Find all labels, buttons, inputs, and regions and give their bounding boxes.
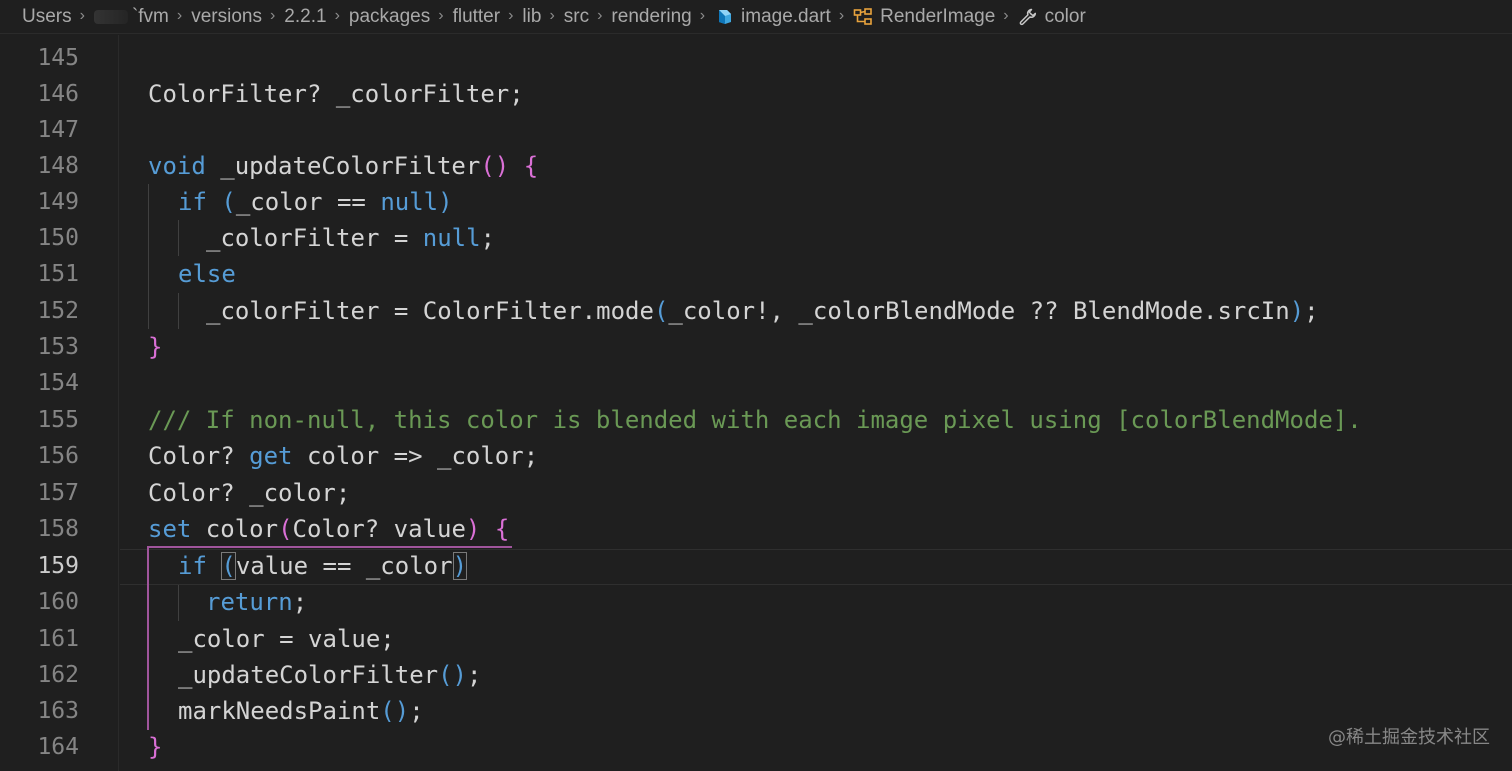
code-content: set color(Color? value) { bbox=[148, 515, 510, 543]
matched-bracket: ) bbox=[452, 552, 468, 580]
breadcrumb-item-class[interactable]: RenderImage bbox=[853, 6, 995, 28]
line-number: 160 bbox=[37, 589, 79, 615]
chevron-right-icon: › bbox=[508, 6, 514, 24]
breadcrumb-item-users[interactable]: Users bbox=[22, 6, 72, 28]
chevron-right-icon: › bbox=[597, 6, 603, 24]
code-line[interactable]: 163 markNeedsPaint(); bbox=[0, 693, 1512, 729]
code-content: if (_color == null) bbox=[178, 188, 453, 216]
chevron-right-icon: › bbox=[176, 6, 183, 24]
code-editor[interactable]: 145 146 ColorFilter? _colorFilter; 147 1… bbox=[0, 35, 1512, 771]
line-number: 163 bbox=[37, 698, 79, 724]
redacted-path-segment bbox=[93, 9, 128, 24]
code-line[interactable]: 156 Color? get color => _color; bbox=[0, 438, 1512, 474]
chevron-right-icon: › bbox=[549, 6, 555, 24]
code-content: Color? _color; bbox=[148, 479, 351, 507]
code-content: Color? get color => _color; bbox=[148, 442, 539, 470]
line-number: 152 bbox=[37, 298, 79, 324]
code-content: if (value == _color) bbox=[178, 552, 468, 580]
breadcrumb-item-packages[interactable]: packages bbox=[349, 6, 430, 28]
line-number: 151 bbox=[37, 261, 79, 287]
line-number: 164 bbox=[37, 734, 79, 760]
code-content: _updateColorFilter(); bbox=[178, 661, 482, 689]
code-content: else bbox=[178, 260, 236, 288]
breadcrumb-item-property[interactable]: color bbox=[1018, 6, 1086, 28]
line-number: 146 bbox=[37, 81, 79, 107]
line-number: 162 bbox=[37, 662, 79, 688]
code-line[interactable]: 153 } bbox=[0, 329, 1512, 365]
code-content: void _updateColorFilter() { bbox=[148, 152, 539, 180]
code-line[interactable]: 145 bbox=[0, 40, 1512, 76]
breadcrumb-item-src[interactable]: src bbox=[564, 6, 589, 28]
line-number: 153 bbox=[37, 334, 79, 360]
line-number: 157 bbox=[37, 480, 79, 506]
line-number: 156 bbox=[37, 443, 79, 469]
code-line[interactable]: 161 _color = value; bbox=[0, 621, 1512, 657]
code-line[interactable]: 148 void _updateColorFilter() { bbox=[0, 148, 1512, 184]
line-number: 150 bbox=[37, 225, 79, 251]
dart-file-icon bbox=[714, 7, 734, 27]
chevron-right-icon: › bbox=[699, 6, 706, 24]
code-content: _color = value; bbox=[178, 625, 395, 653]
chevron-right-icon: › bbox=[79, 6, 85, 24]
code-line[interactable]: 150 _colorFilter = null; bbox=[0, 220, 1512, 256]
code-line[interactable]: 162 _updateColorFilter(); bbox=[0, 657, 1512, 693]
code-content: return; bbox=[206, 588, 308, 616]
chevron-right-icon: › bbox=[438, 6, 444, 24]
line-number: 148 bbox=[37, 153, 79, 179]
breadcrumb-item-rendering[interactable]: rendering bbox=[611, 6, 691, 28]
chevron-right-icon: › bbox=[334, 6, 340, 24]
code-line[interactable]: 155 /// If non-null, this color is blend… bbox=[0, 402, 1512, 438]
breadcrumb-item-fvm[interactable]: ` fvm bbox=[132, 6, 169, 28]
code-line[interactable]: 157 Color? _color; bbox=[0, 475, 1512, 511]
code-line[interactable]: 146 ColorFilter? _colorFilter; bbox=[0, 76, 1512, 112]
code-content: _colorFilter = ColorFilter.mode(_color!,… bbox=[206, 297, 1319, 325]
breadcrumb: Users › ` fvm › versions › 2.2.1 › packag… bbox=[0, 0, 1512, 34]
breadcrumb-item-file[interactable]: image.dart bbox=[714, 6, 831, 28]
code-content: } bbox=[148, 333, 163, 361]
code-line[interactable]: 152 _colorFilter = ColorFilter.mode(_col… bbox=[0, 293, 1512, 329]
breadcrumb-item-version[interactable]: 2.2.1 bbox=[284, 6, 326, 28]
watermark: @稀土掘金技术社区 bbox=[1328, 727, 1490, 748]
line-number: 149 bbox=[37, 189, 79, 215]
breadcrumb-item-lib[interactable]: lib bbox=[522, 6, 541, 28]
code-line[interactable]: 160 return; bbox=[0, 584, 1512, 620]
line-number: 159 bbox=[37, 553, 79, 579]
code-line[interactable]: 158 set color(Color? value) { bbox=[0, 511, 1512, 547]
code-content: _colorFilter = null; bbox=[206, 224, 495, 252]
breadcrumb-item-versions[interactable]: versions bbox=[191, 6, 262, 28]
code-line-active[interactable]: 159 if (value == _color) bbox=[0, 548, 1512, 584]
matched-bracket: ( bbox=[221, 552, 236, 580]
code-content: /// If non-null, this color is blended w… bbox=[148, 406, 1362, 434]
line-number: 145 bbox=[37, 45, 79, 71]
line-number: 158 bbox=[37, 516, 79, 542]
wrench-property-icon bbox=[1018, 7, 1038, 27]
code-line[interactable]: 164 } bbox=[0, 729, 1512, 765]
code-line[interactable]: 151 else bbox=[0, 256, 1512, 292]
code-content: ColorFilter? _colorFilter; bbox=[148, 80, 524, 108]
chevron-right-icon: › bbox=[1003, 6, 1009, 24]
chevron-right-icon: › bbox=[838, 6, 845, 24]
breadcrumb-item-flutter[interactable]: flutter bbox=[453, 6, 501, 28]
line-number: 154 bbox=[37, 370, 79, 396]
code-content: markNeedsPaint(); bbox=[178, 697, 424, 725]
line-number: 161 bbox=[37, 626, 79, 652]
class-icon bbox=[853, 7, 873, 27]
line-number: 155 bbox=[37, 407, 79, 433]
code-line[interactable]: 147 bbox=[0, 112, 1512, 148]
line-number: 147 bbox=[37, 117, 79, 143]
code-line[interactable]: 149 if (_color == null) bbox=[0, 184, 1512, 220]
chevron-right-icon: › bbox=[269, 6, 276, 24]
code-line[interactable]: 154 bbox=[0, 365, 1512, 401]
code-content: } bbox=[148, 733, 163, 761]
